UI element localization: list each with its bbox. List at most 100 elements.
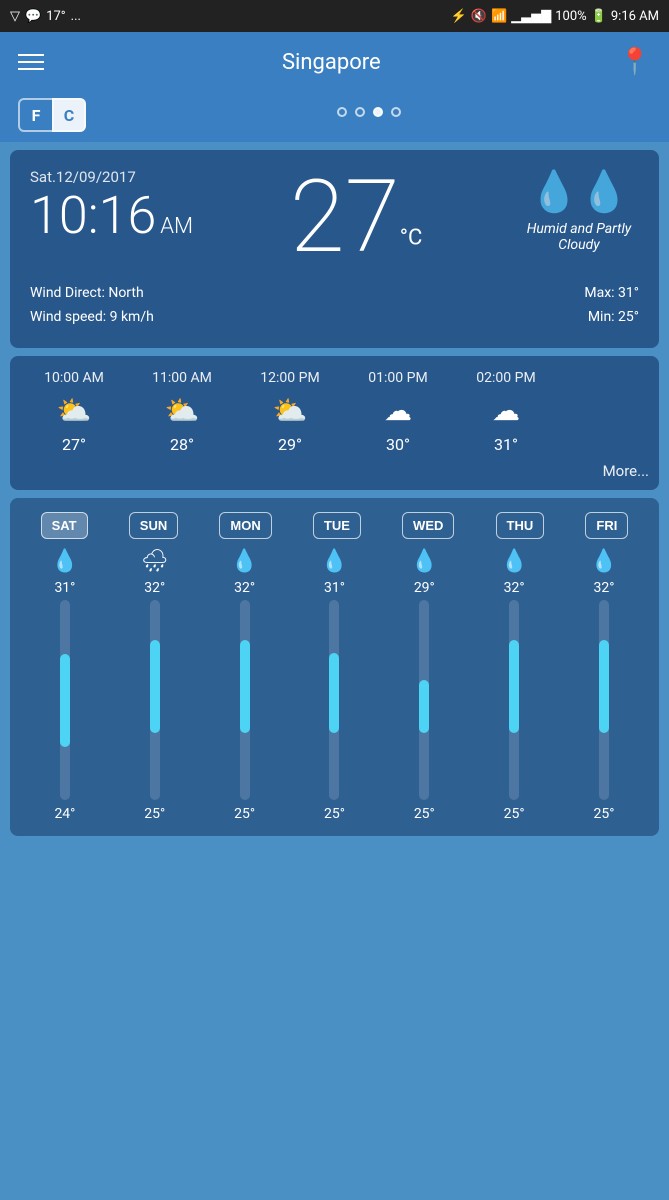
bar-column-5: 32° 25° bbox=[474, 580, 554, 822]
temp-bar bbox=[599, 600, 609, 800]
day-tue[interactable]: TUE bbox=[313, 512, 361, 539]
shield-icon: ▽ bbox=[10, 9, 20, 24]
day-buttons-row: SAT SUN MON TUE WED THU FRI bbox=[20, 512, 649, 539]
hourly-item-0: 10:00 AM ⛅ 27° bbox=[20, 370, 128, 454]
bluetooth-icon: ⚡ bbox=[451, 9, 467, 24]
fahrenheit-button[interactable]: F bbox=[18, 98, 52, 132]
date-text: Sat.12/09/2017 bbox=[30, 168, 193, 186]
bar-fill bbox=[419, 680, 429, 733]
page-dots bbox=[86, 103, 651, 127]
signal-icon: ▁▃▅▇ bbox=[511, 9, 551, 24]
day-sat[interactable]: SAT bbox=[41, 512, 88, 539]
hamburger-line bbox=[18, 54, 44, 56]
location-icon[interactable]: 📍 bbox=[619, 47, 651, 77]
temp-bar bbox=[60, 600, 70, 800]
hourly-item-2: 12:00 PM ⛅ 29° bbox=[236, 370, 344, 454]
hourly-time: 02:00 PM bbox=[476, 370, 535, 386]
bar-fill bbox=[329, 653, 339, 733]
clock: 9:16 AM bbox=[611, 9, 659, 24]
hourly-weather-icon: ⛅ bbox=[165, 394, 200, 427]
hourly-item-4: 02:00 PM ☁ 31° bbox=[452, 370, 560, 454]
dot-3[interactable] bbox=[373, 107, 383, 117]
more-link[interactable]: More... bbox=[20, 454, 649, 480]
day-thu[interactable]: THU bbox=[496, 512, 545, 539]
weekly-icon-mon: 💧 bbox=[205, 549, 285, 574]
main-card-top: Sat.12/09/2017 10:16 AM 27°C 💧💧 Humid an… bbox=[30, 168, 639, 268]
bar-column-3: 31°25° bbox=[294, 580, 374, 822]
temp-display: 27°C bbox=[290, 168, 423, 268]
bar-column-4: 29°25° bbox=[384, 580, 464, 822]
city-title: Singapore bbox=[282, 50, 381, 75]
temperature-status: 17° bbox=[46, 9, 65, 24]
main-temperature: 27°C bbox=[290, 168, 423, 268]
dot-1[interactable] bbox=[337, 107, 347, 117]
message-icon: 💬 bbox=[25, 9, 41, 24]
controls-row: F C bbox=[0, 92, 669, 142]
wind-info: Wind Direct: North Wind speed: 9 km/h bbox=[30, 282, 154, 330]
min-temp: Min: 25° bbox=[584, 306, 639, 330]
dot-2[interactable] bbox=[355, 107, 365, 117]
temp-unit: °C bbox=[400, 226, 423, 251]
hourly-temp: 28° bbox=[170, 435, 194, 454]
maxmin-block: Max: 31° Min: 25° bbox=[584, 282, 639, 330]
weekly-icon-wed: 💧 bbox=[384, 549, 464, 574]
hourly-temp: 30° bbox=[386, 435, 410, 454]
temp-bar bbox=[329, 600, 339, 800]
celsius-button[interactable]: C bbox=[52, 98, 86, 132]
max-temp-label: 32° bbox=[594, 580, 615, 596]
min-temp-label: 25° bbox=[594, 806, 615, 822]
main-date-time: Sat.12/09/2017 10:16 AM bbox=[30, 168, 193, 242]
bar-column-6: 32° 25° bbox=[564, 580, 644, 822]
bar-column-0: 31°24° bbox=[25, 580, 105, 822]
hourly-item-1: 11:00 AM ⛅ 28° bbox=[128, 370, 236, 454]
min-temp-label: 25° bbox=[414, 806, 435, 822]
wind-speed: Wind speed: 9 km/h bbox=[30, 306, 154, 330]
max-temp-label: 32° bbox=[504, 580, 525, 596]
min-temp-label: 25° bbox=[504, 806, 525, 822]
hourly-weather-icon: ☁ bbox=[384, 394, 412, 427]
max-temp-label: 31° bbox=[54, 580, 75, 596]
bar-fill bbox=[509, 640, 519, 733]
wifi-icon: 📶 bbox=[491, 9, 507, 24]
ampm-text: AM bbox=[160, 214, 193, 239]
min-temp-label: 25° bbox=[144, 806, 165, 822]
menu-button[interactable] bbox=[18, 54, 44, 70]
day-fri[interactable]: FRI bbox=[585, 512, 628, 539]
status-bar: ▽ 💬 17° ... ⚡ 🔇 📶 ▁▃▅▇ 100% 🔋 9:16 AM bbox=[0, 0, 669, 32]
bar-fill bbox=[599, 640, 609, 733]
max-temp-label: 32° bbox=[234, 580, 255, 596]
hourly-temp: 29° bbox=[278, 435, 302, 454]
hourly-weather-icon: ⛅ bbox=[273, 394, 308, 427]
bar-column-2: 32° 25° bbox=[205, 580, 285, 822]
hourly-scroll[interactable]: 10:00 AM ⛅ 27° 11:00 AM ⛅ 28° 12:00 PM ⛅… bbox=[20, 370, 649, 454]
weekly-icons-row: 💧 🌧 💧 💧 💧 💧 💧 bbox=[20, 549, 649, 574]
day-wed[interactable]: WED bbox=[402, 512, 454, 539]
temp-bar bbox=[150, 600, 160, 800]
min-temp-label: 25° bbox=[234, 806, 255, 822]
dot-4[interactable] bbox=[391, 107, 401, 117]
bar-column-1: 32° 25° bbox=[115, 580, 195, 822]
hourly-item-3: 01:00 PM ☁ 30° bbox=[344, 370, 452, 454]
hourly-time: 11:00 AM bbox=[152, 370, 212, 386]
hourly-temp: 27° bbox=[62, 435, 86, 454]
max-temp: Max: 31° bbox=[584, 282, 639, 306]
wind-direction: Wind Direct: North bbox=[30, 282, 154, 306]
battery-percent: 100% bbox=[555, 9, 586, 24]
main-condition: 💧💧 Humid and Partly Cloudy bbox=[519, 168, 639, 253]
temp-bar bbox=[240, 600, 250, 800]
status-right: ⚡ 🔇 📶 ▁▃▅▇ 100% 🔋 9:16 AM bbox=[451, 9, 659, 24]
unit-toggle[interactable]: F C bbox=[18, 98, 86, 132]
bar-fill bbox=[240, 640, 250, 733]
hourly-weather-icon: ☁ bbox=[492, 394, 520, 427]
max-temp-label: 32° bbox=[144, 580, 165, 596]
battery-icon: 🔋 bbox=[591, 9, 607, 24]
temp-bar bbox=[509, 600, 519, 800]
weekly-icon-tue: 💧 bbox=[294, 549, 374, 574]
weekly-icon-sat: 💧 bbox=[25, 549, 105, 574]
day-sun[interactable]: SUN bbox=[129, 512, 178, 539]
main-weather-card: Sat.12/09/2017 10:16 AM 27°C 💧💧 Humid an… bbox=[10, 150, 659, 348]
temp-bar bbox=[419, 600, 429, 800]
weekly-card: SAT SUN MON TUE WED THU FRI 💧 🌧 💧 💧 💧 💧 … bbox=[10, 498, 659, 836]
mute-icon: 🔇 bbox=[471, 9, 487, 24]
day-mon[interactable]: MON bbox=[219, 512, 271, 539]
